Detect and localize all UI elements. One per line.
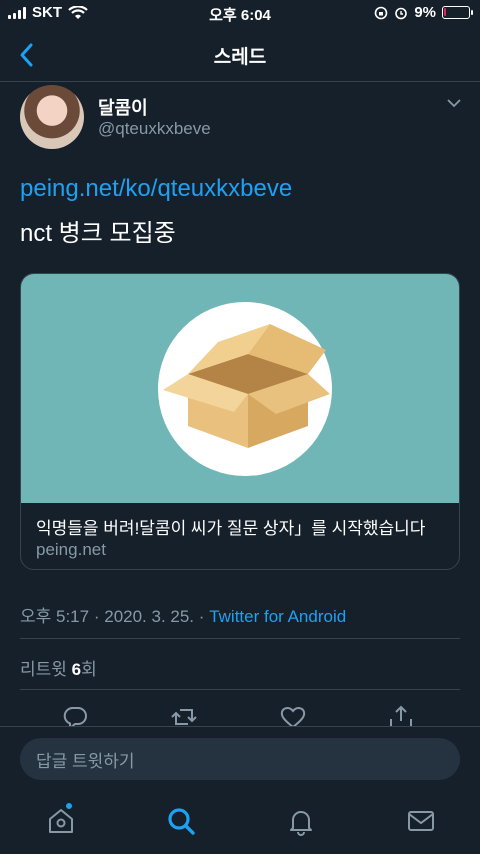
card-domain: peing.net [36,540,106,559]
orientation-lock-icon [375,6,388,19]
page-title: 스레드 [213,47,267,68]
chevron-down-icon[interactable] [446,96,462,110]
retweet-number: 6 [71,660,82,679]
battery-percent: 9% [414,4,436,21]
avatar[interactable] [20,85,84,149]
tab-bar [0,792,480,854]
card-title: 익명들을 버려!달콤이 씨가 질문 상자」를 시작했습니다 [36,519,426,538]
meta-separator: · [198,607,205,626]
user-handle[interactable]: @qteuxkxbeve [98,119,211,139]
reply-bar: 답글 트윗하기 [0,726,480,792]
tweet-time: 오후 5:17 [20,607,90,626]
bell-icon[interactable] [286,806,316,836]
tweet-link[interactable]: peing.net/ko/qteuxkxbeve [20,175,292,203]
link-card[interactable]: 익명들을 버려!달콤이 씨가 질문 상자」를 시작했습니다 peing.net [20,273,460,570]
tweet-source[interactable]: Twitter for Android [209,607,346,626]
status-bar: SKT 오후 6:04 9% [0,0,480,28]
divider [20,689,460,690]
box-illustration [158,302,332,476]
notification-dot [65,802,73,810]
battery-icon [442,6,473,19]
battery-level [444,8,446,16]
retweet-prefix: 리트윗 [20,660,72,679]
tweet-actions [0,702,480,730]
display-name[interactable]: 달콤이 [98,94,148,120]
tweet-date: 2020. 3. 25. [104,607,195,626]
box-icon [163,324,330,448]
search-icon[interactable] [166,806,196,836]
status-right: 9% [374,4,473,21]
home-icon[interactable] [46,806,76,836]
mail-icon[interactable] [406,806,436,836]
reply-input[interactable]: 답글 트윗하기 [20,738,460,780]
nav-bar: 스레드 [0,28,480,82]
alarm-icon [395,7,408,19]
tweet-meta: 오후 5:17 · 2020. 3. 25. · Twitter for And… [20,602,346,627]
retweet-suffix: 회 [81,660,97,679]
tweet-text: nct 병크 모집중 [20,220,176,247]
meta-separator: · [93,607,100,626]
retweet-count[interactable]: 리트윗 6회 [20,655,97,680]
card-image [21,274,459,503]
divider [20,638,460,639]
